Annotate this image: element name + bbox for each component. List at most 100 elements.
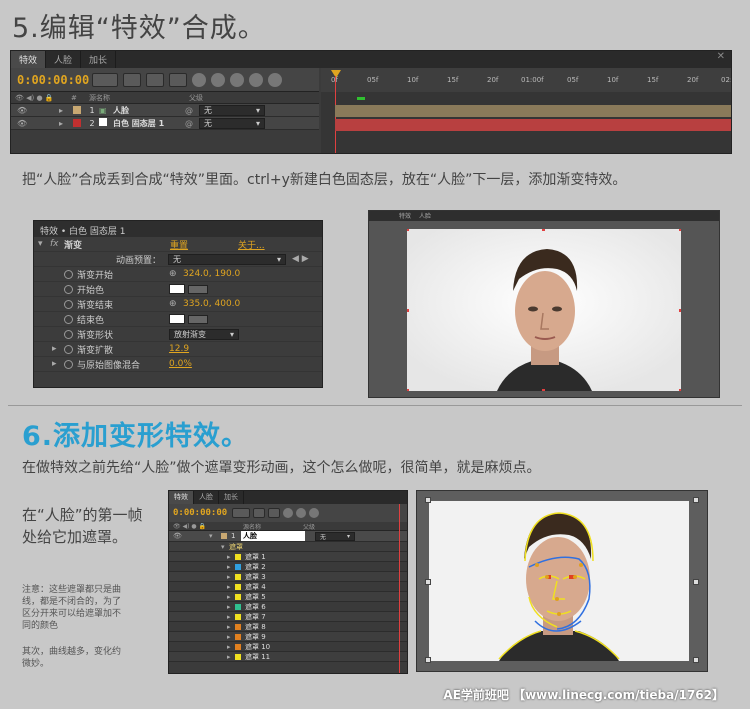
collapse-arrow-icon[interactable]: ▾ — [221, 543, 229, 551]
expand-arrow-icon[interactable]: ▸ — [59, 119, 69, 128]
eye-icon[interactable]: 👁 — [11, 106, 59, 115]
expand-arrow-icon[interactable]: ▸ — [227, 653, 235, 661]
collapse-arrow-icon[interactable]: ▾ — [209, 532, 217, 540]
graph-editor-icon[interactable] — [296, 508, 306, 518]
layer-row[interactable]: 👁 ▾ 1 人脸 无 ▾ — [169, 531, 407, 542]
shy-icon[interactable] — [169, 72, 187, 87]
mask-name[interactable]: 遮罩 2 — [245, 562, 266, 572]
mask-row[interactable]: ▸ 遮罩 8 — [169, 622, 407, 632]
mask-row[interactable]: ▸ 遮罩 9 — [169, 632, 407, 642]
mask-row[interactable]: ▸ 遮罩 4 — [169, 582, 407, 592]
mask-name[interactable]: 遮罩 11 — [245, 652, 270, 662]
eye-icon[interactable]: 👁 — [169, 532, 209, 540]
comp-flow-icon[interactable] — [123, 72, 141, 87]
pickwhip-icon[interactable]: @ — [185, 119, 199, 128]
tab-face[interactable]: 人脸 — [194, 491, 219, 504]
expand-arrow-icon[interactable]: ▸ — [227, 573, 235, 581]
expand-arrow-icon[interactable]: ▸ — [227, 633, 235, 641]
mask-name[interactable]: 遮罩 7 — [245, 612, 266, 622]
fx-row-start-color[interactable]: 开始色 — [34, 282, 322, 297]
expand-arrow-icon[interactable]: ▸ — [52, 344, 64, 354]
eye-icon[interactable]: 👁 — [11, 119, 59, 128]
mask-row[interactable]: ▸ 遮罩 11 — [169, 652, 407, 662]
stopwatch-icon[interactable] — [64, 284, 73, 294]
handle-icon[interactable] — [693, 657, 699, 663]
mask-name[interactable]: 遮罩 6 — [245, 602, 266, 612]
mask-row[interactable]: ▸ 遮罩 1 — [169, 552, 407, 562]
expand-arrow-icon[interactable]: ▸ — [227, 563, 235, 571]
stopwatch-icon[interactable] — [64, 269, 73, 279]
expand-arrow-icon[interactable]: ▸ — [227, 583, 235, 591]
motion-blur-icon[interactable] — [283, 508, 293, 518]
mask-name[interactable]: 遮罩 1 — [245, 552, 266, 562]
pickwhip-icon[interactable]: @ — [185, 106, 199, 115]
label-color[interactable] — [73, 106, 81, 114]
handle-icon[interactable] — [425, 579, 431, 585]
mask-color-swatch[interactable] — [235, 623, 241, 630]
parent-dropdown[interactable]: 无 ▾ — [199, 104, 265, 116]
fx-value[interactable]: 12.9 — [169, 344, 189, 354]
mask-name[interactable]: 遮罩 10 — [245, 642, 270, 652]
composition-viewer-1[interactable]: 特效 人脸 — [368, 210, 720, 398]
layer-name[interactable]: 白色 固态层 1 — [113, 118, 185, 129]
mask-row[interactable]: ▸ 遮罩 5 — [169, 592, 407, 602]
fx-row-gradient-end[interactable]: 渐变结束 ⊕ 335.0, 400.0 — [34, 297, 322, 312]
expand-arrow-icon[interactable]: ▸ — [59, 106, 69, 115]
fx-row-gradient-start[interactable]: 渐变开始 ⊕ 324.0, 190.0 — [34, 267, 322, 282]
layer-name[interactable]: 人脸 — [113, 105, 185, 116]
clock-icon[interactable] — [309, 508, 319, 518]
mask-row[interactable]: ▸ 遮罩 10 — [169, 642, 407, 652]
handle-icon[interactable] — [425, 497, 431, 503]
brainstorm-icon[interactable] — [249, 72, 263, 87]
tab-effects[interactable]: 特效 — [11, 51, 47, 68]
mask-color-swatch[interactable] — [235, 643, 241, 650]
stopwatch-icon[interactable] — [64, 299, 73, 309]
fx-row-scatter[interactable]: ▸ 渐变扩散 12.9 — [34, 342, 322, 357]
crosshair-icon[interactable]: ⊕ — [169, 299, 183, 309]
handle-icon[interactable] — [693, 579, 699, 585]
mask-group-row[interactable]: ▾ 遮罩 — [169, 542, 407, 552]
parent-dropdown[interactable]: 无 ▾ — [199, 117, 265, 129]
about-link[interactable]: 关于... — [238, 238, 265, 251]
motion-blur-icon[interactable] — [211, 72, 225, 87]
layer-row[interactable]: 👁 ▸ 1 ▣ 人脸 @ 无 ▾ — [11, 104, 319, 117]
timecode[interactable]: 0:00:00:00 — [17, 73, 89, 87]
reset-link[interactable]: 重置 — [170, 238, 238, 251]
mask-name[interactable]: 遮罩 8 — [245, 622, 266, 632]
mask-name[interactable]: 遮罩 9 — [245, 632, 266, 642]
comp-frame[interactable] — [429, 501, 689, 661]
playhead-icon[interactable] — [331, 70, 341, 78]
layer-track-2[interactable] — [335, 119, 731, 131]
comp-flow-icon[interactable] — [253, 508, 265, 518]
expand-arrow-icon[interactable]: ▸ — [227, 593, 235, 601]
time-ruler[interactable]: 0f 05f 10f 15f 20f 01:00f 05f 10f 15f 20… — [321, 68, 731, 92]
mask-row[interactable]: ▸ 遮罩 7 — [169, 612, 407, 622]
mask-color-swatch[interactable] — [235, 563, 241, 570]
frame-blend-icon[interactable] — [192, 72, 206, 87]
effect-row[interactable]: ▾ fx 渐变 重置 关于... — [34, 237, 322, 252]
expand-arrow-icon[interactable]: ▸ — [227, 643, 235, 651]
layer-row[interactable]: 👁 ▸ 2 白色 固态层 1 @ 无 ▾ — [11, 117, 319, 130]
fx-row-gradient-shape[interactable]: 渐变形状 放射渐变 ▾ — [34, 327, 322, 342]
expand-arrow-icon[interactable]: ▸ — [227, 623, 235, 631]
mask-name[interactable]: 遮罩 5 — [245, 592, 266, 602]
crosshair-icon[interactable]: ⊕ — [169, 269, 183, 279]
draft-3d-icon[interactable] — [146, 72, 164, 87]
expand-arrow-icon[interactable]: ▸ — [227, 603, 235, 611]
fx-value[interactable]: 0.0% — [169, 359, 192, 369]
fx-value[interactable]: 324.0, 190.0 — [183, 269, 240, 279]
mask-row[interactable]: ▸ 遮罩 2 — [169, 562, 407, 572]
mask-color-swatch[interactable] — [235, 573, 241, 580]
composition-viewer-2[interactable] — [416, 490, 708, 672]
mask-name[interactable]: 遮罩 4 — [245, 582, 266, 592]
color-swatch[interactable] — [169, 284, 185, 294]
fx-value[interactable]: 335.0, 400.0 — [183, 299, 240, 309]
handle-icon[interactable] — [425, 657, 431, 663]
mask-color-swatch[interactable] — [235, 613, 241, 620]
mask-color-swatch[interactable] — [235, 603, 241, 610]
handle-icon[interactable] — [693, 497, 699, 503]
layer-name[interactable]: 人脸 — [241, 531, 305, 541]
graph-editor-icon[interactable] — [230, 72, 244, 87]
stopwatch-icon[interactable] — [64, 359, 73, 369]
viewer-tab-face[interactable]: 人脸 — [419, 211, 431, 221]
